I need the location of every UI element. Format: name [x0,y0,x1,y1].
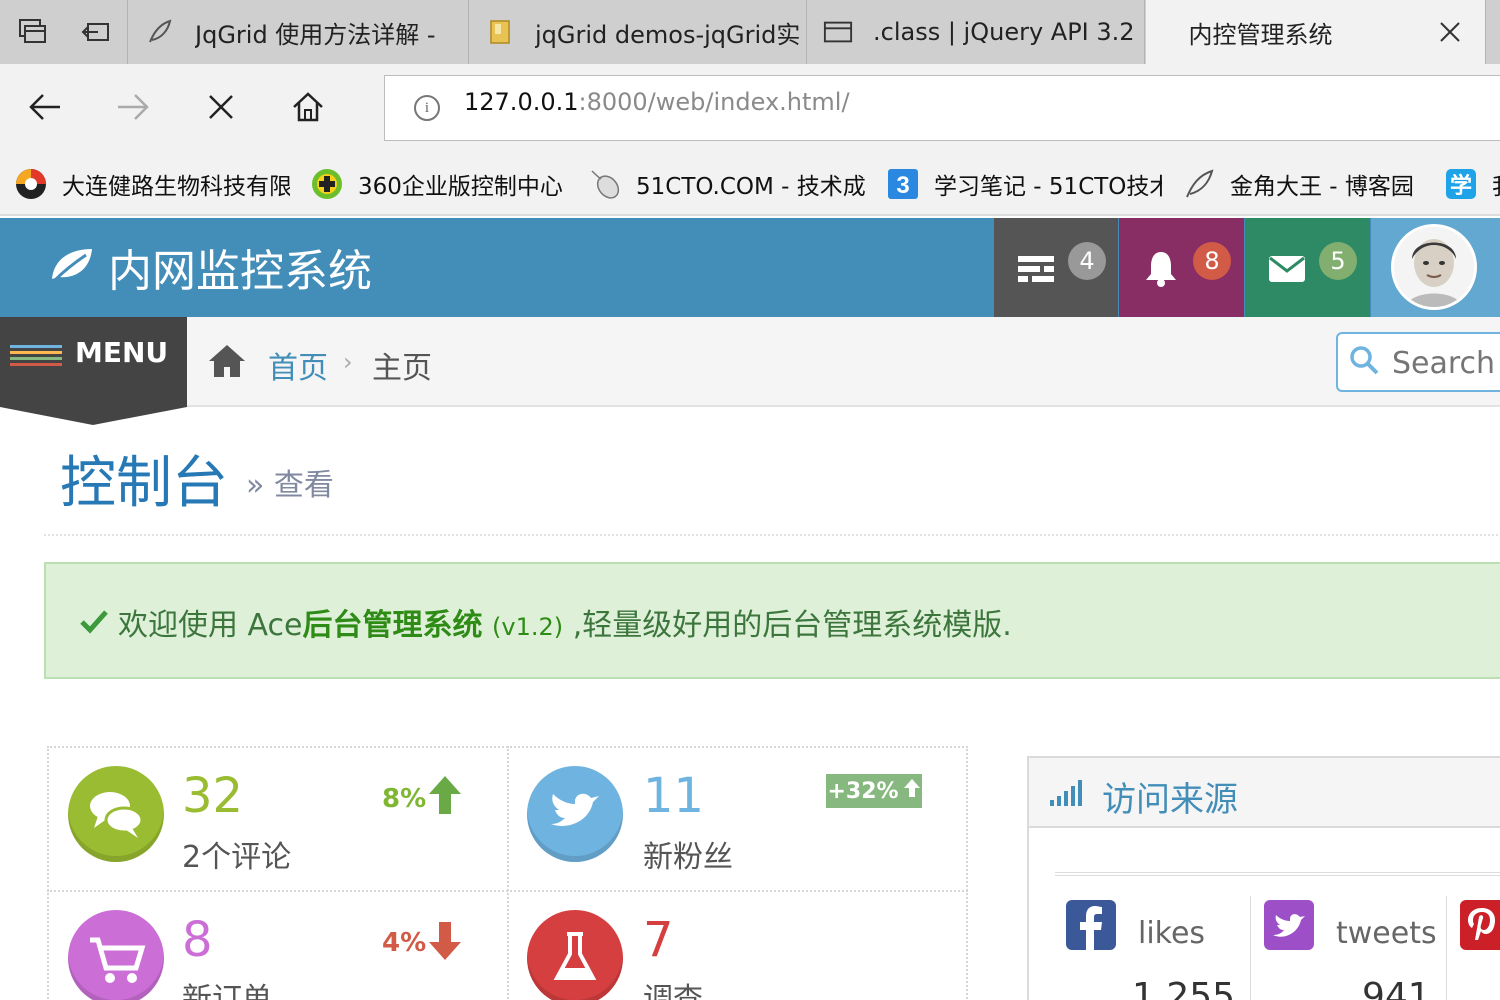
social-value: 1,255 [1132,976,1236,1000]
tasks-button[interactable]: 4 [994,218,1118,317]
infobox-stat: 4% [382,928,427,958]
tab-label: 内控管理系统 [1188,20,1333,49]
site-info-icon[interactable]: i [414,95,440,121]
leaf-icon [48,245,96,289]
cart-icon [68,910,164,1000]
browser-tab-jqgrid-usage[interactable]: JqGrid 使用方法详解 - [129,0,469,64]
browser-tab-jquery-api[interactable]: .class | jQuery API 3.2 I [807,0,1145,64]
folder-icon [485,17,515,47]
favorite-link[interactable]: 3 学习笔记 - 51CTO技术 [886,166,1162,202]
study-icon: 学 [1444,167,1478,201]
search-input[interactable] [1392,346,1500,381]
bell-icon [1141,248,1181,288]
breadcrumb-current: 主页 [372,351,432,386]
widget-header [1029,758,1500,828]
favorite-link[interactable]: 大连健路生物科技有限 [14,166,290,202]
feather-icon [145,17,175,47]
arrow-up-icon [903,778,921,804]
social-label: likes [1138,916,1206,951]
favorite-link[interactable]: 学 我 [1444,166,1500,202]
forward-arrow-icon[interactable] [110,84,156,130]
breadcrumb-home-link[interactable]: 首页 [268,343,328,387]
social-divider [1250,896,1251,1000]
tasks-icon [1016,248,1056,288]
infobox-stat: 8% [382,784,427,814]
alert-message: 欢迎使用 Ace后台管理系统 (v1.2) ,轻量级好用的后台管理系统模版. [118,608,1012,643]
browser-tab-active[interactable]: 内控管理系统 [1146,0,1486,64]
infobox-label: 新订单 [182,982,272,1000]
feather-icon [1182,167,1216,201]
three-icon: 3 [886,167,920,201]
check-icon [80,608,108,634]
svg-text:3: 3 [896,172,909,199]
page-title: 控制台 [60,451,228,516]
infobox-label: 新粉丝 [643,840,733,875]
page-subtitle: » 查看 [246,468,334,503]
page-divider [44,534,1500,536]
stop-loading-icon[interactable] [198,84,244,130]
social-value: 941 [1362,976,1431,1000]
infobox-number: 8 [182,912,213,968]
widget-title: 访问来源 [1102,780,1238,820]
breadcrumb-separator-icon: › [343,348,353,376]
menu-toggle-button[interactable] [0,317,187,425]
infobox-stat-badge: +32% [826,774,922,808]
browser-tab-jqgrid-demos[interactable]: jqGrid demos-jqGrid实 [469,0,807,64]
infobox-label: 2个评论 [182,840,292,875]
arrow-up-icon [428,774,462,820]
brand[interactable]: 内网监控系统 [48,234,372,300]
messages-button[interactable]: 5 [1245,218,1370,317]
plus-shield-icon [310,167,344,201]
notifications-badge: 8 [1193,242,1231,280]
notifications-button[interactable]: 8 [1119,218,1244,317]
infobox-divider [507,746,509,1000]
tab-preview-icon[interactable] [64,0,128,64]
tab-sets-aside-icon[interactable] [0,0,64,64]
svg-text:学: 学 [1450,173,1472,199]
envelope-icon [1267,248,1307,288]
back-arrow-icon[interactable] [22,84,68,130]
social-divider [1446,896,1447,1000]
infobox-divider [47,890,968,892]
messages-badge: 5 [1319,242,1357,280]
signal-bars-icon [1050,780,1084,810]
social-label: tweets [1336,916,1437,951]
tab-label: jqGrid demos-jqGrid实 [535,20,801,49]
close-tab-icon[interactable] [1436,18,1464,46]
comments-icon [68,766,164,862]
flask-icon [527,910,623,1000]
tasks-badge: 4 [1068,242,1106,280]
facebook-icon[interactable] [1066,900,1116,954]
tab-label: .class | jQuery API 3.2 I [873,18,1144,46]
twitter-icon [527,766,623,862]
tab-label: JqGrid 使用方法详解 - [195,20,436,49]
favorite-link[interactable]: 360企业版控制中心 [310,166,568,202]
infobox-number: 32 [182,768,244,824]
favorite-link[interactable]: 51CTO.COM - 技术成 [588,166,866,202]
infobox-number: 7 [643,912,674,968]
page-icon [823,17,853,47]
pinterest-icon[interactable] [1460,900,1500,954]
home-icon[interactable] [207,343,247,379]
avatar[interactable] [1391,224,1477,310]
favorite-link[interactable]: 金角大王 - 博客园 [1182,166,1424,202]
mouse-icon [588,167,622,201]
search-icon [1348,344,1380,376]
widget-separator [1055,872,1500,876]
infobox-number: 11 [643,768,705,824]
url-text[interactable]: 127.0.0.1:8000/web/index.html/ [464,88,850,116]
infobox-label: 调查 [643,982,703,1000]
brand-title: 内网监控系统 [108,246,372,297]
menu-label[interactable]: MENU [75,336,168,369]
home-icon[interactable] [285,84,331,130]
red-ball-icon [14,167,48,201]
double-chevron-icon: » [246,468,274,503]
arrow-down-icon [428,920,462,966]
twitter-icon[interactable] [1264,900,1314,954]
